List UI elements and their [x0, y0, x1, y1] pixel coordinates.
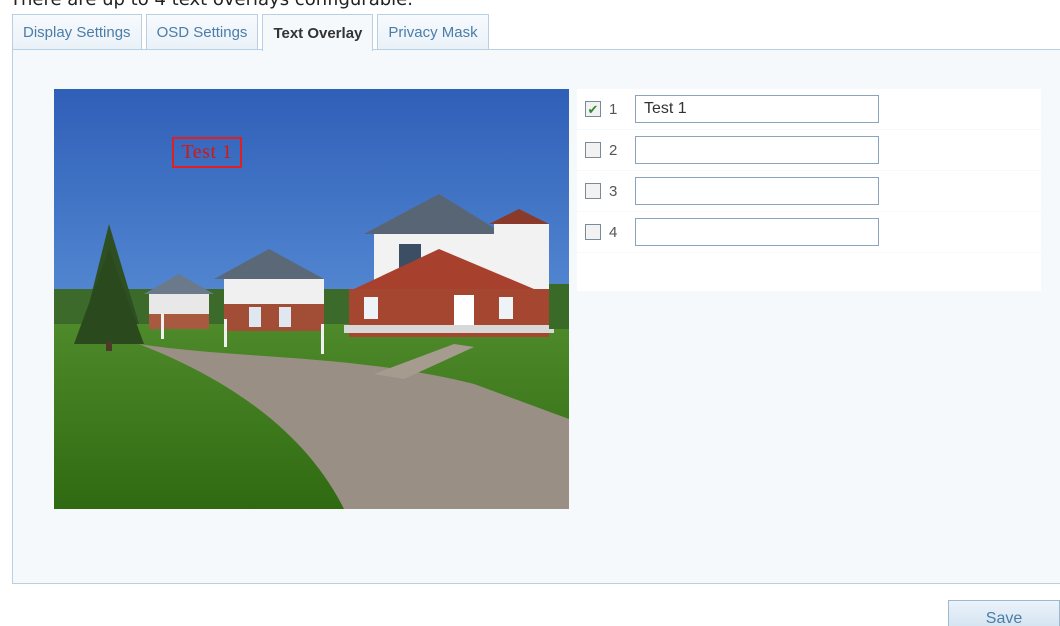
- overlay-row-spacer: [577, 253, 1041, 291]
- video-preview: Test 1: [54, 89, 569, 509]
- overlay-list: ✔ 1 2 3 4: [577, 89, 1041, 292]
- overlay-2-checkbox[interactable]: [585, 142, 601, 158]
- scene-image: [54, 89, 569, 509]
- settings-tabs: Display Settings OSD Settings Text Overl…: [12, 14, 493, 51]
- overlay-1-checkbox[interactable]: ✔: [585, 101, 601, 117]
- overlay-row-1: ✔ 1: [577, 89, 1041, 129]
- overlay-4-number: 4: [609, 223, 618, 241]
- overlay-3-checkbox[interactable]: [585, 183, 601, 199]
- overlay-text-preview[interactable]: Test 1: [172, 137, 242, 168]
- overlay-2-number: 2: [609, 141, 618, 159]
- tab-privacy-mask[interactable]: Privacy Mask: [377, 14, 489, 50]
- overlay-row-4: 4: [577, 212, 1041, 252]
- overlay-2-text-input[interactable]: [635, 136, 879, 164]
- overlay-1-number: 1: [609, 100, 618, 118]
- overlay-4-checkbox[interactable]: [585, 224, 601, 240]
- overlay-4-text-input[interactable]: [635, 218, 879, 246]
- page-caption: There are up to 4 text overlays configur…: [10, 0, 413, 10]
- overlay-1-text-input[interactable]: [635, 95, 879, 123]
- overlay-3-text-input[interactable]: [635, 177, 879, 205]
- save-button[interactable]: Save: [948, 600, 1060, 626]
- tab-display-settings[interactable]: Display Settings: [12, 14, 142, 50]
- overlay-row-3: 3: [577, 171, 1041, 211]
- overlay-row-2: 2: [577, 130, 1041, 170]
- tab-osd-settings[interactable]: OSD Settings: [145, 14, 259, 50]
- tab-text-overlay[interactable]: Text Overlay: [262, 14, 374, 51]
- overlay-3-number: 3: [609, 182, 618, 200]
- text-overlay-panel: Test 1 ✔ 1 2 3 4: [12, 49, 1060, 584]
- check-icon: ✔: [587, 101, 599, 117]
